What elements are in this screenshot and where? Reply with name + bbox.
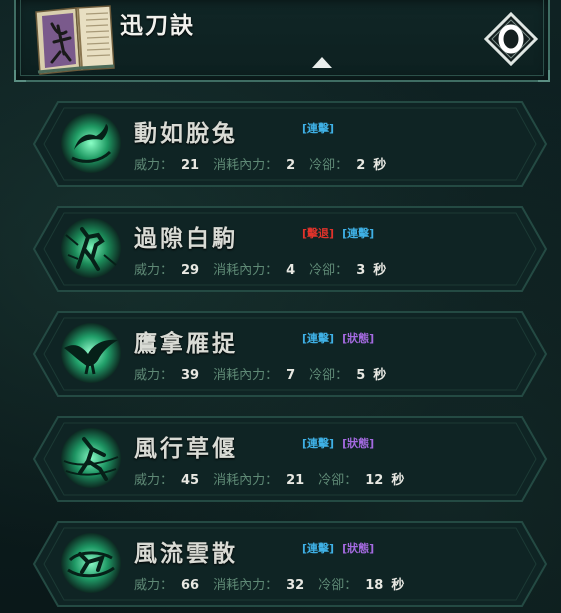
power-value: 29 xyxy=(181,263,200,278)
cost-value: 21 xyxy=(286,473,305,488)
skill-tags: [連擊] [狀態] xyxy=(302,540,374,556)
power-label: 威力： xyxy=(134,578,174,593)
skill-tag: [連擊] xyxy=(302,332,335,345)
cooldown-label: 冷卻： xyxy=(309,368,349,383)
seconds-unit: 秒 xyxy=(373,368,387,383)
skill-stats: 威力： 45 消耗內力： 21 冷卻： 12 秒 xyxy=(134,469,404,488)
power-label: 威力： xyxy=(134,263,174,278)
eagle-icon xyxy=(61,323,121,383)
seconds-unit: 秒 xyxy=(391,473,405,488)
cost-label: 消耗內力： xyxy=(213,368,279,383)
skill-name: 鷹拿雁捉 xyxy=(134,330,238,357)
power-value: 39 xyxy=(181,368,200,383)
cooldown-value: 3 xyxy=(356,263,366,278)
cost-label: 消耗內力： xyxy=(213,158,279,173)
horse-icon xyxy=(61,218,121,278)
skill-card[interactable]: 過隙白駒 [擊退] [連擊] 威力： 29 消耗內力： 4 冷卻： 3 秒 xyxy=(30,203,550,295)
skill-name: 過隙白駒 xyxy=(134,225,238,252)
cost-label: 消耗內力： xyxy=(213,473,279,488)
skill-tag: [擊退] xyxy=(302,227,335,240)
cost-value: 4 xyxy=(286,263,296,278)
cooldown-value: 5 xyxy=(356,368,366,383)
cooldown-value: 2 xyxy=(356,158,366,173)
skill-tags: [連擊] xyxy=(302,120,334,136)
cooldown-label: 冷卻： xyxy=(309,158,349,173)
cooldown-label: 冷卻： xyxy=(318,473,358,488)
skill-tags: [連擊] [狀態] xyxy=(302,435,374,451)
skill-card[interactable]: 動如脫兔 [連擊] 威力： 21 消耗內力： 2 冷卻： 2 秒 xyxy=(30,98,550,190)
skill-stats: 威力： 29 消耗內力： 4 冷卻： 3 秒 xyxy=(134,259,386,278)
skill-tag: [連擊] xyxy=(342,227,375,240)
skill-name: 風行草偃 xyxy=(134,435,238,462)
cooldown-label: 冷卻： xyxy=(309,263,349,278)
cooldown-value: 12 xyxy=(365,473,384,488)
wind-warrior-icon xyxy=(61,428,121,488)
skill-list: 動如脫兔 [連擊] 威力： 21 消耗內力： 2 冷卻： 2 秒 過隙白駒 [擊… xyxy=(0,0,561,613)
rabbit-icon xyxy=(61,113,121,173)
skill-tag: [狀態] xyxy=(342,542,375,555)
cost-value: 2 xyxy=(286,158,296,173)
power-value: 45 xyxy=(181,473,200,488)
power-label: 威力： xyxy=(134,158,174,173)
seconds-unit: 秒 xyxy=(373,263,387,278)
skill-card[interactable]: 風行草偃 [連擊] [狀態] 威力： 45 消耗內力： 21 冷卻： 12 秒 xyxy=(30,413,550,505)
skill-card[interactable]: 風流雲散 [連擊] [狀態] 威力： 66 消耗內力： 32 冷卻： 18 秒 xyxy=(30,518,550,610)
power-value: 21 xyxy=(181,158,200,173)
skill-tag: [連擊] xyxy=(302,122,335,135)
cloud-swirl-icon xyxy=(61,533,121,593)
skill-name: 風流雲散 xyxy=(134,540,238,567)
skill-stats: 威力： 21 消耗內力： 2 冷卻： 2 秒 xyxy=(134,154,386,173)
skill-tag: [狀態] xyxy=(342,332,375,345)
power-label: 威力： xyxy=(134,473,174,488)
cooldown-label: 冷卻： xyxy=(318,578,358,593)
skill-tags: [連擊] [狀態] xyxy=(302,330,374,346)
cost-label: 消耗內力： xyxy=(213,263,279,278)
skill-tag: [連擊] xyxy=(302,542,335,555)
skill-name: 動如脫兔 xyxy=(134,120,238,147)
cost-value: 32 xyxy=(286,578,305,593)
skill-card[interactable]: 鷹拿雁捉 [連擊] [狀態] 威力： 39 消耗內力： 7 冷卻： 5 秒 xyxy=(30,308,550,400)
cooldown-value: 18 xyxy=(365,578,384,593)
seconds-unit: 秒 xyxy=(373,158,387,173)
cost-label: 消耗內力： xyxy=(213,578,279,593)
power-label: 威力： xyxy=(134,368,174,383)
skill-stats: 威力： 39 消耗內力： 7 冷卻： 5 秒 xyxy=(134,364,386,383)
seconds-unit: 秒 xyxy=(391,578,405,593)
power-value: 66 xyxy=(181,578,200,593)
skill-stats: 威力： 66 消耗內力： 32 冷卻： 18 秒 xyxy=(134,574,404,593)
skill-tag: [連擊] xyxy=(302,437,335,450)
skill-tag: [狀態] xyxy=(342,437,375,450)
skill-tags: [擊退] [連擊] xyxy=(302,225,374,241)
cost-value: 7 xyxy=(286,368,296,383)
